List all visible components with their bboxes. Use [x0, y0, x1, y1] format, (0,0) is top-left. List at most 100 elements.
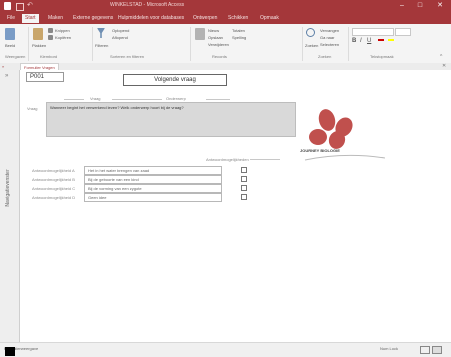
navigation-pane-label: Navigatievenster [5, 169, 11, 207]
filter-button[interactable]: Filteren [95, 43, 108, 48]
answer-field[interactable]: Bij de vorming van een zygote [84, 184, 222, 193]
group-records: Records [212, 54, 227, 59]
group-weergaven: Weergaven [5, 54, 26, 59]
divider-line [250, 159, 280, 160]
new-record-button[interactable]: Nieuw [208, 28, 219, 33]
tab-schikken[interactable]: Schikken [225, 14, 251, 23]
answer-field[interactable]: Geen idee [84, 193, 222, 202]
bold-icon[interactable]: B [352, 38, 356, 44]
divider-line [112, 99, 162, 100]
ribbon-separator [302, 27, 303, 61]
ribbon-separator [92, 27, 93, 61]
underline-icon[interactable]: U [367, 38, 371, 44]
ribbon-separator [28, 27, 29, 61]
status-right-text: Num Lock [380, 346, 399, 351]
paste-button[interactable]: Plakken [32, 43, 46, 48]
italic-icon[interactable]: I [360, 38, 362, 44]
font-color-icon[interactable] [378, 39, 384, 41]
ribbon-tab-bar: File Start Maken Externe gegevens Hulpmi… [0, 13, 451, 24]
ribbon-separator [190, 27, 191, 61]
goto-button[interactable]: Ga naar [320, 35, 334, 40]
group-tekstopmaak: Tekstopmaak [370, 54, 394, 59]
logo-text: JOURNEY BIOLOGIE [300, 148, 340, 153]
ribbon-separator [348, 27, 349, 61]
nav-toggle-icon[interactable]: » [2, 64, 4, 69]
highlight-icon[interactable] [388, 39, 394, 41]
object-tab-strip: » Formulier Vragen ✕ [0, 63, 451, 71]
column-label-onderwerp: Onderwerp [166, 96, 186, 101]
journey-logo-icon [304, 109, 385, 161]
collapse-ribbon-icon[interactable]: ^ [440, 54, 442, 60]
cut-icon[interactable] [48, 28, 53, 33]
answer-checkbox[interactable] [241, 176, 247, 182]
answer-checkbox[interactable] [241, 194, 247, 200]
app-icon [4, 2, 11, 10]
layout-view-icon[interactable] [432, 346, 442, 354]
search-icon[interactable] [306, 28, 315, 37]
answer-row: Antwoordmogelijkheid D Geen idee [20, 193, 260, 202]
tab-ontwerpen[interactable]: Ontwerpen [190, 14, 220, 23]
answer-row: Antwoordmogelijkheid C Bij de vorming va… [20, 184, 260, 193]
undo-icon[interactable]: ↶ [27, 2, 33, 10]
answer-row: Antwoordmogelijkheid B Bij de geboorte v… [20, 175, 260, 184]
totals-button[interactable]: Totalen [232, 28, 245, 33]
divider-line [206, 99, 230, 100]
question-label: Vraag [27, 106, 38, 111]
answer-label: Antwoordmogelijkheid B [32, 177, 75, 182]
question-text: Wanneer begint het verwerkend leven? Wel… [50, 105, 184, 110]
tab-externe-gegevens[interactable]: Externe gegevens [70, 14, 116, 23]
replace-button[interactable]: Vervangen [320, 28, 339, 33]
answer-checkbox[interactable] [241, 167, 247, 173]
group-klembord: Klembord [40, 54, 58, 59]
cut-button[interactable]: Knippen [55, 28, 70, 33]
tab-maken[interactable]: Maken [45, 14, 66, 23]
group-sorteren: Sorteren en filteren [110, 54, 145, 59]
paste-icon[interactable] [33, 28, 43, 40]
maximize-button[interactable]: □ [413, 1, 427, 11]
spelling-button[interactable]: Spelling [232, 35, 246, 40]
next-question-button[interactable]: Volgende vraag [123, 74, 227, 86]
status-bar: Formulierweergave Num Lock [0, 342, 451, 357]
answer-field[interactable]: Het in het water brengen van zaad [84, 166, 222, 175]
answer-label: Antwoordmogelijkheid D [32, 195, 76, 200]
copy-icon[interactable] [48, 35, 53, 40]
group-zoeken: Zoeken [318, 54, 332, 59]
tab-file[interactable]: File [4, 14, 18, 23]
form-view-icon[interactable] [420, 346, 430, 354]
view-icon[interactable] [5, 28, 15, 40]
column-label-vraag: Vraag [90, 96, 101, 101]
select-button[interactable]: Selecteren [320, 42, 339, 47]
font-name-select[interactable] [352, 28, 394, 36]
close-form-icon[interactable]: ✕ [442, 63, 446, 69]
answer-row: Antwoordmogelijkheid A Het in het water … [20, 166, 260, 175]
question-id-field[interactable]: P001 [26, 72, 64, 82]
sort-ascending-button[interactable]: Oplopend [112, 28, 129, 33]
find-button[interactable]: Zoeken [305, 43, 318, 48]
records-icon[interactable] [195, 28, 205, 40]
answer-label: Antwoordmogelijkheid A [32, 168, 75, 173]
black-block [5, 347, 15, 356]
question-textbox[interactable]: Wanneer begint het verwerkend leven? Wel… [46, 102, 296, 137]
save-record-button[interactable]: Opslaan [208, 35, 223, 40]
divider-line [64, 99, 84, 100]
title-bar: ↶ WINKELSTAD - Microsoft Access – □ ✕ [0, 0, 451, 13]
save-icon[interactable] [16, 3, 24, 11]
font-size-select[interactable] [395, 28, 411, 36]
answer-label: Antwoordmogelijkheid C [32, 186, 76, 191]
filter-icon[interactable] [97, 28, 105, 38]
minimize-button[interactable]: – [395, 1, 409, 11]
ribbon: Beeld Weergaven Plakken Knippen Kopiëren… [0, 24, 451, 64]
answers-header: Antwoordmogelijkheden [206, 157, 249, 162]
view-button[interactable]: Beeld [5, 43, 15, 48]
close-button[interactable]: ✕ [433, 1, 447, 11]
tab-opmaak[interactable]: Opmaak [257, 14, 282, 23]
sort-descending-button[interactable]: Aflopend [112, 35, 128, 40]
answer-field[interactable]: Bij de geboorte van een kind [84, 175, 222, 184]
tab-hulpmiddelen[interactable]: Hulpmiddelen voor databases [115, 14, 187, 23]
answer-checkbox[interactable] [241, 185, 247, 191]
copy-button[interactable]: Kopiëren [55, 35, 71, 40]
tab-start[interactable]: Start [22, 14, 39, 23]
form-body: P001 Volgende vraag Vraag Onderwerp Vraa… [20, 70, 451, 342]
nav-expand-icon[interactable]: » [5, 73, 8, 79]
delete-record-button[interactable]: Verwijderen [208, 42, 229, 47]
